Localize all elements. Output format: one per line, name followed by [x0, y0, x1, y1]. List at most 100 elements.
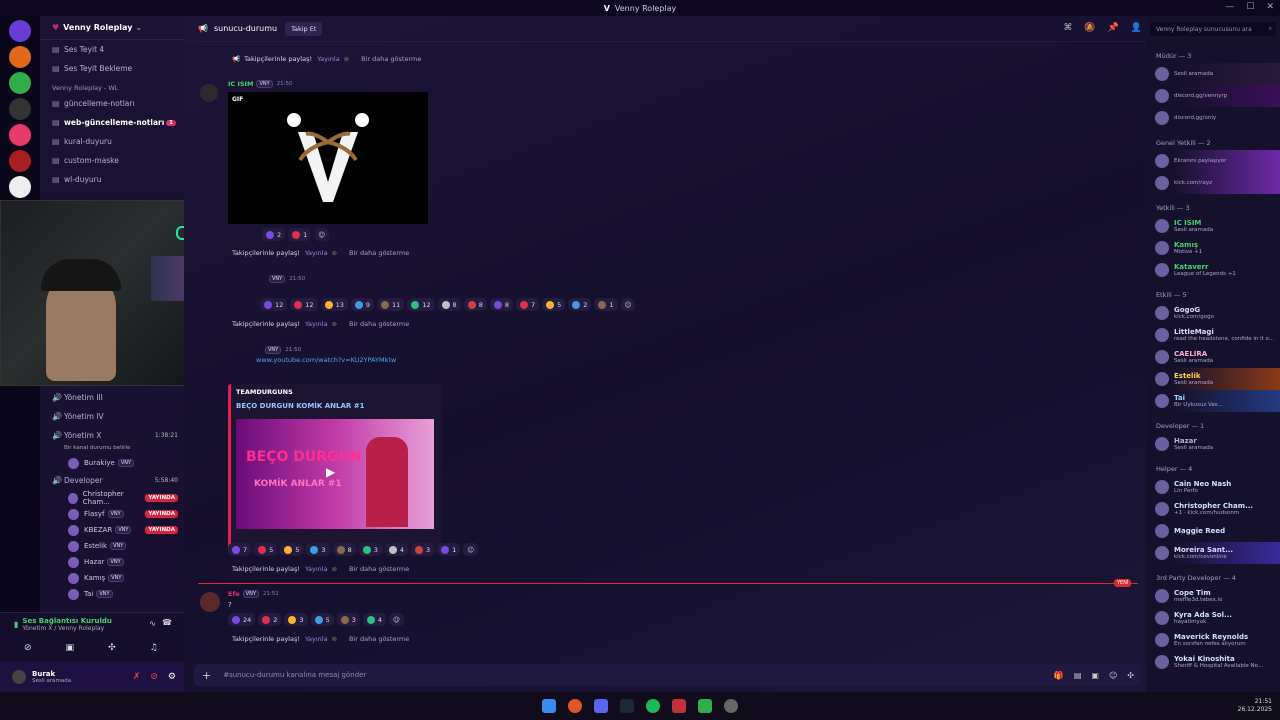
member-item[interactable]: Cope Tim meffle3d.tebex.io — [1146, 585, 1280, 607]
reaction-chip[interactable]: 5 — [542, 298, 566, 311]
voice-user[interactable]: Tai VNY — [40, 586, 184, 602]
reaction-chip[interactable]: 12 — [290, 298, 318, 311]
reaction-chip[interactable]: 8 — [463, 298, 487, 311]
follow-button[interactable]: Takip Et — [285, 21, 323, 36]
reaction-chip[interactable]: 12 — [407, 298, 435, 311]
publish-link[interactable]: Yayınla — [305, 320, 328, 328]
gif-icon[interactable]: ▤ — [1074, 671, 1082, 680]
discord-icon[interactable] — [594, 699, 608, 713]
gift-icon[interactable]: 🎁 — [1054, 671, 1064, 680]
embed-title[interactable]: BEÇO DURGUN KOMİK ANLAR #1 — [236, 402, 364, 410]
reaction-chip[interactable]: 2 — [262, 228, 286, 241]
reaction-chip[interactable]: 3 — [358, 543, 382, 556]
screen-share-icon[interactable]: ▣ — [66, 643, 75, 653]
voice-channel-developer[interactable]: 🔊 Developer 5:58:40 — [40, 471, 184, 490]
member-item[interactable]: Cain Neo Nash Lin Perfo — [1146, 476, 1280, 498]
members-icon[interactable]: 👤 — [1131, 23, 1142, 33]
avatar[interactable] — [1155, 111, 1169, 125]
reaction-chip[interactable]: 9 — [350, 298, 374, 311]
voice-channel[interactable]: 🔊 Yönetim III — [40, 388, 184, 407]
reaction-chip[interactable]: 13 — [320, 298, 348, 311]
server-icon[interactable] — [9, 20, 31, 42]
steam-icon[interactable] — [620, 699, 634, 713]
avatar[interactable] — [1155, 611, 1169, 625]
guild-header[interactable]: ♥ Venny Roleplay ⌄ — [40, 16, 184, 40]
avatar[interactable] — [1155, 546, 1169, 560]
member-item[interactable]: Kyra Ada Sol... hayatimyok — [1146, 607, 1280, 629]
voice-channel[interactable]: 🔊 Yönetim X 1:38:21 — [40, 426, 184, 445]
sticker-icon[interactable]: ▣ — [1091, 671, 1099, 680]
reaction-chip[interactable]: 12 — [260, 298, 288, 311]
add-reaction-icon[interactable]: ☺ — [620, 298, 636, 311]
author-name[interactable]: IC ISIM — [228, 80, 253, 88]
reaction-chip[interactable]: 2 — [258, 613, 282, 626]
avatar[interactable] — [1155, 480, 1169, 494]
reaction-chip[interactable]: 2 — [568, 298, 592, 311]
reaction-chip[interactable]: 1 — [437, 543, 461, 556]
avatar[interactable] — [1155, 633, 1169, 647]
channels_wl-item[interactable]: ▤ custom-maske — [40, 151, 184, 170]
avatar[interactable] — [1155, 219, 1169, 233]
publish-link[interactable]: Yayınla — [305, 635, 328, 643]
noise-icon[interactable]: ∿ — [149, 619, 156, 628]
camera-off-icon[interactable]: ⊘ — [24, 643, 32, 653]
member-item[interactable]: Kamış Motive +1 — [1146, 237, 1280, 259]
spotify-icon[interactable] — [646, 699, 660, 713]
emoji-icon[interactable]: ☺ — [1109, 671, 1117, 680]
voice-user[interactable]: Burakiye VNY — [40, 455, 184, 471]
avatar[interactable] — [1155, 89, 1169, 103]
avatar[interactable] — [1155, 394, 1169, 408]
avatar[interactable] — [1155, 524, 1169, 538]
reaction-chip[interactable]: 11 — [376, 298, 405, 311]
channels_wl-item[interactable]: ▤ kural-duyuru — [40, 132, 184, 151]
never-show-link[interactable]: Bir daha gösterme — [349, 320, 409, 328]
avatar[interactable] — [1155, 437, 1169, 451]
member-item[interactable]: Maverick Reynolds En sorsfan nefes alıyor… — [1146, 629, 1280, 651]
disconnect-icon[interactable]: ☎ — [162, 618, 172, 627]
reaction-chip[interactable]: 5 — [280, 543, 304, 556]
reaction-chip[interactable]: 7 — [515, 298, 540, 311]
play-icon[interactable]: ▶ — [326, 465, 335, 479]
mute-mic-icon[interactable]: ✗ — [133, 672, 141, 682]
apps-icon[interactable]: ✣ — [1127, 671, 1134, 680]
member-item[interactable]: IC ISIM Sesli aramada — [1146, 215, 1280, 237]
dismiss-icon[interactable]: ⊗ — [332, 635, 337, 643]
reaction-chip[interactable]: 7 — [228, 543, 252, 556]
member-item[interactable]: GogoG kick.com/gogo — [1146, 302, 1280, 324]
never-show-link[interactable]: Bir daha gösterme — [361, 55, 421, 63]
channels_wl-item[interactable]: ▤ wl-duyuru — [40, 170, 184, 189]
publish-link[interactable]: Yayınla — [305, 249, 328, 257]
reaction-chip[interactable]: 3 — [284, 613, 308, 626]
youtube-link[interactable]: www.youtube.com/watch?v=KU2YPAYMktw — [256, 356, 396, 364]
server-icon[interactable] — [9, 124, 31, 146]
voice-user[interactable]: Christopher Cham... YAYINDA — [40, 490, 184, 506]
minimize-button[interactable]: — — [1225, 2, 1234, 12]
avatar[interactable] — [1155, 589, 1169, 603]
reaction-chip[interactable]: 5 — [254, 543, 278, 556]
system-clock[interactable]: 21:51 26.12.2025 — [1238, 698, 1272, 714]
voice-user[interactable]: Estelik VNY — [40, 538, 184, 554]
settings-gear-icon[interactable]: ⚙ — [168, 672, 176, 682]
avatar[interactable] — [1155, 67, 1169, 81]
deafen-icon[interactable]: ⊘ — [150, 672, 158, 682]
gif-image[interactable]: GIF — [228, 92, 428, 224]
avatar[interactable] — [1155, 154, 1169, 168]
activities-icon[interactable]: ✣ — [108, 643, 116, 653]
avatar[interactable] — [1155, 350, 1169, 364]
avatar[interactable] — [1155, 372, 1169, 386]
voice-user[interactable]: Flasyf VNY YAYINDA — [40, 506, 184, 522]
member-item[interactable]: Christopher Cham... +1 · kick.com/hudsonm — [1146, 498, 1280, 520]
message-composer[interactable]: + #sunucu-durumu kanalına mesaj gönder 🎁… — [194, 664, 1140, 686]
avatar[interactable] — [12, 670, 26, 684]
browser-icon[interactable] — [568, 699, 582, 713]
member-item[interactable]: kick.com/rayz — [1146, 172, 1280, 194]
avatar[interactable] — [1155, 655, 1169, 669]
dismiss-icon[interactable]: ⊗ — [332, 565, 337, 573]
member-item[interactable]: CAELIRA Sesli aramada — [1146, 346, 1280, 368]
reaction-chip[interactable]: 8 — [332, 543, 356, 556]
close-button[interactable]: ✕ — [1266, 2, 1274, 12]
reaction-chip[interactable]: 3 — [306, 543, 330, 556]
server-icon[interactable] — [9, 176, 31, 198]
pin-icon[interactable]: 📌 — [1108, 23, 1119, 33]
message-avatar[interactable] — [200, 84, 218, 102]
